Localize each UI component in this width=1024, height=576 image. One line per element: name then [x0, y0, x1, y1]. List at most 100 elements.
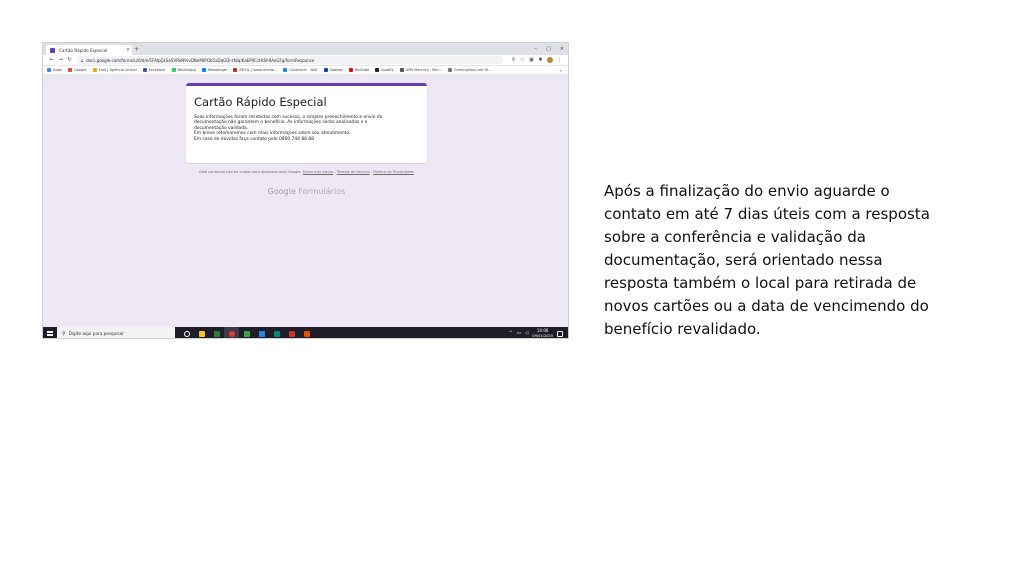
bookmark-item[interactable]: ComingSoon.net M...	[448, 68, 491, 72]
url-text: docs.google.com/forms/u/0/d/e/1FAIpQLSeS…	[86, 57, 315, 63]
taskbar-search-input[interactable]: ⚲ Digite aqui para pesquisar	[57, 327, 175, 338]
app-teal-icon	[273, 330, 280, 337]
bookmark-favicon-icon	[47, 68, 51, 72]
task-view-icon	[183, 330, 190, 337]
taskbar-apps	[179, 327, 314, 338]
description-line: documentação, será orientado nessa	[604, 251, 883, 269]
bookmark-label: Messenger	[207, 68, 228, 72]
taskbar-app[interactable]	[179, 327, 194, 338]
back-arrow-icon[interactable]: ←	[47, 57, 56, 63]
bookmark-item[interactable]: Google	[67, 68, 87, 72]
chrome-icon	[228, 330, 235, 337]
bookmark-label: Apps	[53, 68, 62, 72]
puzzle-icon[interactable]: ✱	[536, 57, 545, 63]
bookmark-label: APB Mercury - Mor...	[405, 68, 443, 72]
clock[interactable]: 14:06 09/01/2020	[532, 328, 553, 338]
window-controls: – □ ×	[535, 44, 564, 54]
tab-close-icon[interactable]: ×	[124, 47, 132, 53]
browser-screenshot: Cartão Rápido Especial × + – □ × ← → ↻ 🔒…	[42, 42, 569, 339]
search-icon[interactable]: ⚲	[509, 57, 518, 63]
acrobat-icon	[288, 330, 295, 337]
taskbar-app[interactable]	[299, 327, 314, 338]
bookmark-favicon-icon	[171, 68, 176, 72]
bookmark-item[interactable]: APB Mercury - Mor...	[399, 68, 443, 72]
privacy-link[interactable]: Política de Privacidade	[373, 170, 413, 174]
taskbar-app[interactable]	[284, 327, 299, 338]
bookmark-item[interactable]: Spotify	[375, 68, 394, 72]
taskbar-app[interactable]	[254, 327, 269, 338]
search-icon: ⚲	[62, 330, 66, 337]
bookmark-favicon-icon	[448, 68, 453, 72]
clock-date: 09/01/2020	[532, 333, 553, 338]
report-abuse-link[interactable]: Denunciar abuso	[303, 170, 333, 174]
bookmark-item[interactable]: WhatsApp	[171, 68, 196, 72]
bookmark-item[interactable]: Apps	[47, 68, 62, 72]
terms-link[interactable]: Termos de Serviço	[337, 170, 370, 174]
bookmark-item[interactable]: Sabesp	[323, 68, 343, 72]
maximize-button[interactable]: □	[546, 44, 551, 54]
bookmark-label: REVIL | www.revide...	[239, 68, 278, 72]
bookmark-favicon-icon	[92, 68, 97, 72]
taskbar-app[interactable]	[269, 327, 284, 338]
google-forms-logo[interactable]: Google Formulários	[186, 187, 427, 196]
avatar[interactable]	[547, 57, 553, 63]
menu-dots-icon[interactable]: ⋮	[555, 57, 564, 63]
google-disclaimer: Este conteúdo não foi criado nem aprovad…	[186, 170, 427, 175]
disclaimer-text: Este conteúdo não foi criado nem aprovad…	[199, 170, 302, 174]
reload-icon[interactable]: ↻	[65, 57, 74, 63]
message-line: Em caso de dúvidas faça contato pelo 080…	[194, 136, 314, 142]
browser-tab[interactable]: Cartão Rápido Especial ×	[46, 45, 132, 55]
bookmark-favicon-icon	[283, 68, 288, 72]
bookmark-item[interactable]: REVIL | www.revide...	[233, 68, 277, 72]
bookmark-favicon-icon	[142, 68, 147, 72]
bookmark-label: Spotify	[381, 68, 394, 72]
notification-icon[interactable]	[557, 330, 563, 337]
url-input[interactable]: 🔒︎ docs.google.com/forms/u/0/d/e/1FAIpQL…	[77, 56, 503, 64]
bookmark-item[interactable]: Facebook	[142, 68, 166, 72]
windows-logo-icon	[47, 330, 53, 337]
taskbar-app[interactable]	[239, 327, 254, 338]
extension-icon[interactable]: ▣	[527, 57, 536, 63]
bookmark-label: YouTube	[354, 68, 370, 72]
minimize-button[interactable]: –	[535, 44, 538, 54]
logo-forms: Formulários	[298, 187, 346, 196]
bookmark-label: Google	[73, 68, 87, 72]
network-icon[interactable]: ▭	[517, 331, 521, 336]
new-tab-button[interactable]: +	[134, 45, 139, 54]
taskbar-app[interactable]	[209, 327, 224, 338]
close-window-button[interactable]: ×	[560, 44, 564, 54]
confirmation-message: Suas informações foram recebidas com suc…	[194, 115, 419, 142]
lock-icon: 🔒︎	[81, 57, 84, 63]
description-line: sobre a conferência e validação da	[604, 228, 866, 246]
description-line: benefício revalidado.	[604, 320, 761, 338]
bookmark-list: Apps Google Exel | Agência virtual Facebook…	[47, 68, 497, 72]
bookmark-item[interactable]: Colaborar - AVA	[283, 68, 318, 72]
tab-title: Cartão Rápido Especial	[59, 47, 108, 53]
browser-title-bar: Cartão Rápido Especial × + – □ ×	[43, 43, 568, 55]
app-blue-icon	[258, 330, 265, 337]
bookmark-label: Colaborar - AVA	[289, 68, 318, 72]
description-text: Após a finalização do envio aguarde o co…	[604, 180, 964, 341]
bookmark-item[interactable]: YouTube	[348, 68, 370, 72]
bookmark-label: Facebook	[148, 68, 166, 72]
bookmark-favicon-icon	[201, 68, 206, 72]
address-bar: ← → ↻ 🔒︎ docs.google.com/forms/u/0/d/e/1…	[43, 55, 568, 66]
bookmark-item[interactable]: Messenger	[201, 68, 228, 72]
bookmarks-more-icon[interactable]: »	[560, 68, 562, 73]
bookmark-favicon-icon	[375, 68, 380, 72]
bookmark-favicon-icon	[233, 68, 238, 72]
taskbar-search-placeholder: Digite aqui para pesquisar	[68, 331, 125, 336]
taskbar-app[interactable]	[194, 327, 209, 338]
taskbar-app[interactable]	[224, 327, 239, 338]
start-button[interactable]	[43, 327, 57, 338]
forward-arrow-icon[interactable]: →	[56, 57, 65, 63]
bookmark-label: ComingSoon.net M...	[454, 68, 492, 72]
star-icon[interactable]: ☆	[518, 57, 527, 63]
chevron-up-icon[interactable]: ^	[509, 331, 513, 336]
bookmark-item[interactable]: Exel | Agência virtual	[92, 68, 137, 72]
description-line: novos cartões ou a data de vencimendo do	[604, 297, 929, 315]
bookmark-favicon-icon	[323, 68, 328, 72]
volume-icon[interactable]: ◁	[525, 331, 528, 336]
bookmark-label: Exel | Agência virtual	[98, 68, 137, 72]
store-icon	[213, 330, 220, 337]
